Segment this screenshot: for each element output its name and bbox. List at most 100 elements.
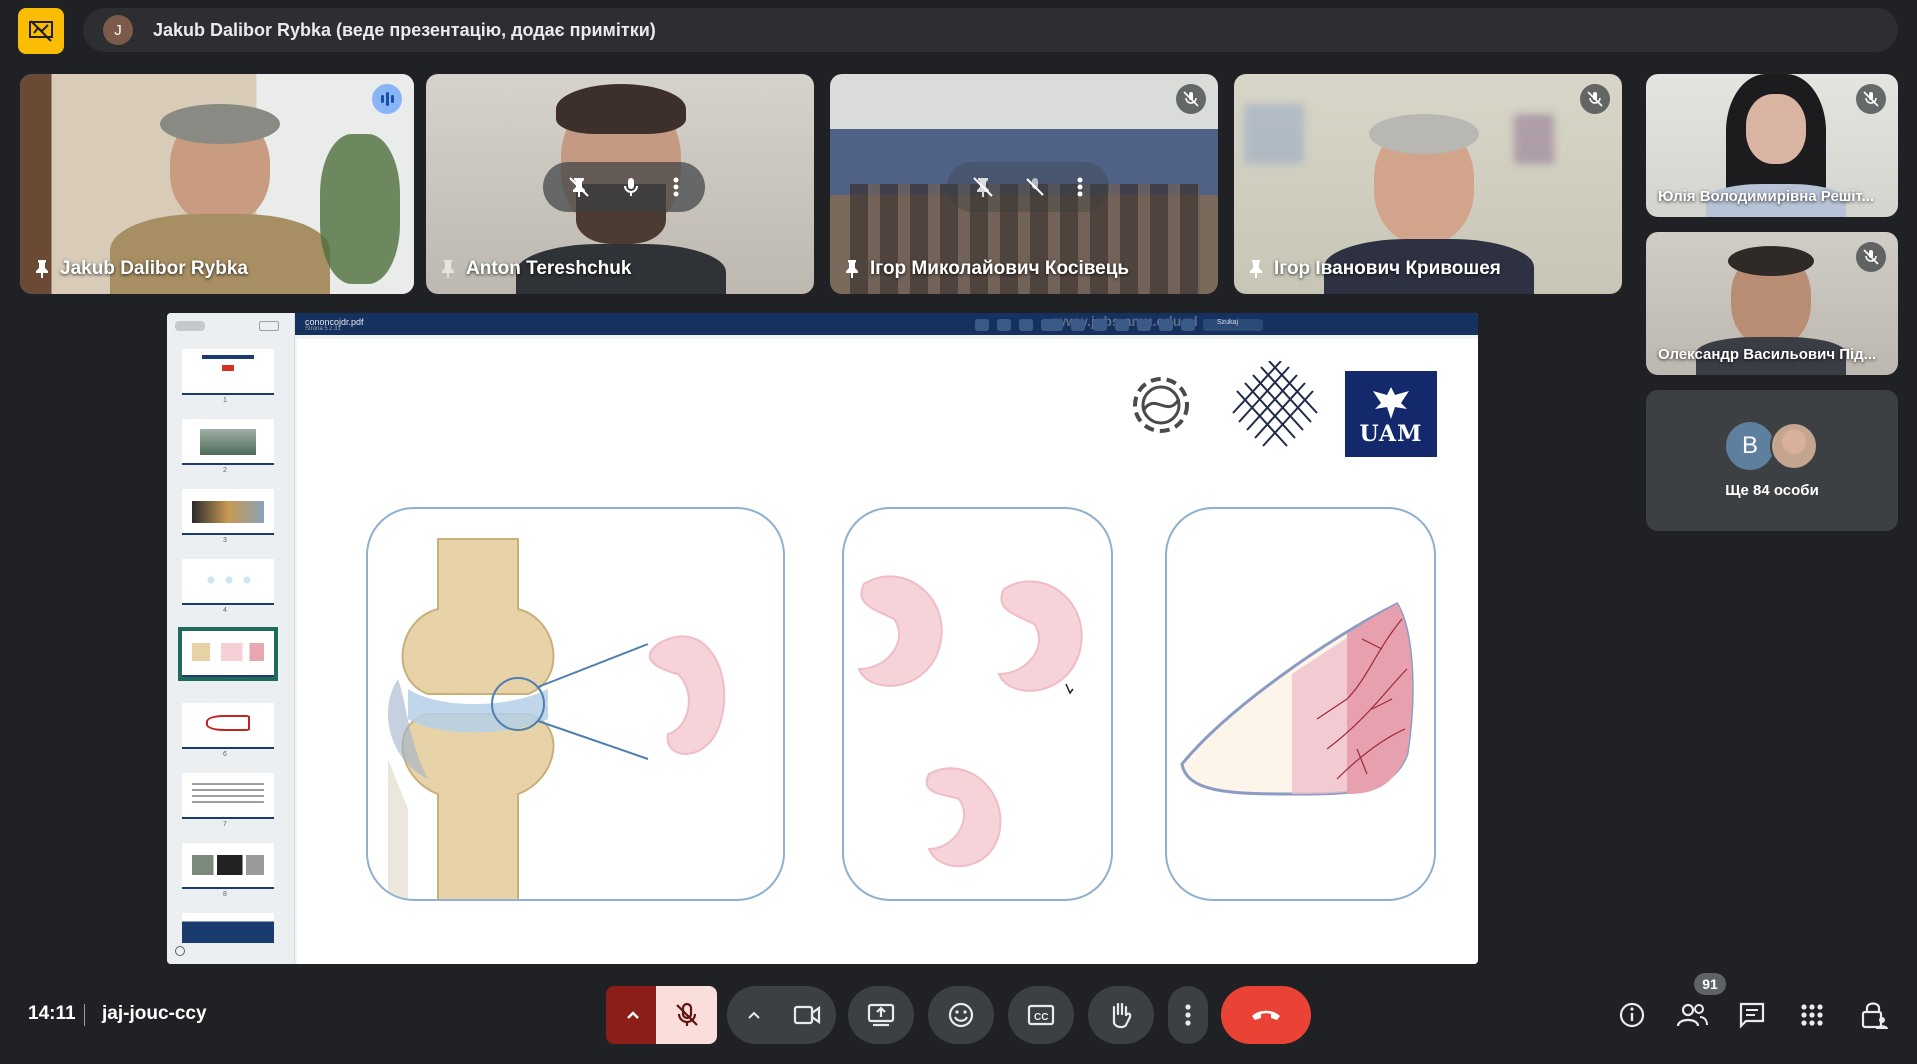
participant-tile-side-2[interactable]: Олександр Васильович Під...	[1646, 232, 1898, 375]
export-icon[interactable]	[1181, 319, 1195, 331]
muted-mic-icon	[1856, 242, 1886, 272]
chat-button[interactable]	[1734, 997, 1770, 1033]
muted-mic-icon	[1580, 84, 1610, 114]
svg-text:CC: CC	[1034, 1012, 1048, 1023]
zoom-out-icon[interactable]	[975, 319, 989, 331]
pdf-thumbnail-number: 3	[223, 537, 227, 544]
knee-joint-panel	[366, 507, 785, 901]
participant-count-badge: 91	[1694, 973, 1726, 995]
host-controls-button[interactable]	[1856, 997, 1892, 1033]
muted-mic-icon[interactable]	[1024, 176, 1046, 198]
pdf-thumbnail-2[interactable]	[182, 419, 274, 465]
presentation-slide: UAM	[297, 339, 1478, 964]
sidebar-toggle-icon[interactable]	[175, 321, 205, 331]
video-camera-icon	[793, 1005, 821, 1025]
presenter-banner[interactable]: J Jakub Dalibor Rybka (веде презентацію,…	[83, 8, 1898, 52]
microphone-toggle-button[interactable]	[656, 986, 717, 1044]
raise-hand-icon	[1112, 1002, 1132, 1029]
participant-tile-side-1[interactable]: Юлія Володимирівна Решіт...	[1646, 74, 1898, 217]
info-icon	[1619, 1002, 1645, 1028]
closed-captions-icon: CC	[1027, 1004, 1055, 1026]
more-options-icon[interactable]	[1076, 176, 1084, 198]
pdf-search-input[interactable]: Szukaj	[1203, 319, 1263, 331]
pin-icon[interactable]	[1250, 260, 1262, 278]
pdf-thumbnail-8[interactable]	[182, 843, 274, 889]
pdf-thumbnail-4[interactable]	[182, 559, 274, 605]
presenter-avatar: J	[103, 15, 133, 45]
chat-icon	[1739, 1002, 1765, 1029]
participant-tile-3[interactable]: Ігор Миколайович Косівець	[830, 74, 1218, 294]
pdf-thumbnail-1[interactable]	[182, 349, 274, 395]
clock: 14:11	[28, 1003, 76, 1024]
meniscus-panel	[842, 507, 1113, 901]
add-page-icon[interactable]	[175, 946, 185, 956]
leave-call-button[interactable]	[1221, 986, 1311, 1044]
info-icon[interactable]	[1159, 319, 1173, 331]
others-label: Ще 84 особи	[1725, 482, 1819, 499]
pdf-thumbnail-5[interactable]	[178, 627, 278, 681]
sidebar-options-icon[interactable]	[259, 321, 279, 331]
vascular-zones-panel	[1165, 507, 1436, 901]
pin-icon[interactable]	[442, 260, 454, 278]
participant-name: Олександр Васильович Під...	[1658, 346, 1877, 363]
presenter-banner-text: Jakub Dalibor Rybka (веде презентацію, д…	[153, 19, 656, 40]
shared-screen[interactable]: 1 2 3 4 5 6 7 8 cononcojdr.pdf Strona 5 …	[167, 313, 1478, 964]
meeting-code: jaj-jouc-ccy	[102, 1003, 207, 1024]
unpin-icon[interactable]	[568, 176, 590, 198]
chevron-up-icon	[627, 1011, 639, 1019]
pdf-thumbnail-number: 7	[223, 821, 227, 828]
pdf-thumbnail-number: 4	[223, 607, 227, 614]
pdf-thumbnail-6[interactable]	[182, 703, 274, 749]
participant-name: Anton Tereshchuk	[466, 258, 632, 279]
pdf-thumbnail-number: 8	[223, 891, 227, 898]
microphone-icon[interactable]	[620, 176, 642, 198]
meeting-details-button[interactable]	[1614, 997, 1650, 1033]
presentation-indicator-icon[interactable]	[18, 8, 64, 54]
pdf-toolbar: Szukaj	[975, 317, 1263, 333]
meniscus-tear-illustration	[857, 575, 1083, 868]
pdf-thumbnail-9[interactable]	[182, 913, 274, 943]
audio-options-button[interactable]	[606, 986, 660, 1044]
camera-toggle-button[interactable]	[778, 986, 836, 1044]
participant-tile-2[interactable]: Anton Tereshchuk	[426, 74, 814, 294]
pdf-thumbnail-number: 5	[223, 683, 227, 690]
muted-mic-icon	[1856, 84, 1886, 114]
eagle-icon	[1373, 387, 1409, 419]
captions-button[interactable]: CC	[1008, 986, 1074, 1044]
video-options-button[interactable]	[727, 986, 781, 1044]
participant-name: Юлія Володимирівна Решіт...	[1658, 188, 1874, 205]
zoom-fit-icon[interactable]	[1019, 319, 1033, 331]
rotate-icon[interactable]	[1093, 319, 1107, 331]
markup-icon[interactable]	[1115, 319, 1129, 331]
participant-tile-4[interactable]: Ігор Іванович Кривошея	[1234, 74, 1622, 294]
more-options-button[interactable]	[1168, 986, 1208, 1044]
more-options-icon[interactable]	[672, 176, 680, 198]
knee-joint-illustration	[388, 538, 726, 899]
pdf-thumbnail-7[interactable]	[182, 773, 274, 819]
people-icon	[1676, 1003, 1708, 1027]
zoom-in-icon[interactable]	[997, 319, 1011, 331]
present-screen-icon	[867, 1003, 895, 1027]
meniscus-vascular-illustration	[1180, 602, 1414, 796]
others-tile[interactable]: B Ще 84 особи	[1646, 390, 1898, 531]
activities-button[interactable]	[1794, 997, 1830, 1033]
participant-tile-1[interactable]: Jakub Dalibor Rybka	[20, 74, 414, 294]
more-vert-icon	[1185, 1004, 1191, 1026]
pin-icon[interactable]	[36, 260, 48, 278]
lock-person-icon	[1861, 1002, 1888, 1029]
apps-grid-icon	[1801, 1004, 1823, 1026]
people-button[interactable]	[1674, 997, 1710, 1033]
circle-tool-icon[interactable]	[1137, 319, 1151, 331]
others-avatar-photo	[1770, 422, 1818, 470]
pdf-thumbnail-number: 2	[223, 467, 227, 474]
share-icon[interactable]	[1071, 319, 1085, 331]
unpin-icon[interactable]	[972, 176, 994, 198]
reactions-button[interactable]	[928, 986, 994, 1044]
raise-hand-button[interactable]	[1088, 986, 1154, 1044]
present-screen-button[interactable]	[848, 986, 914, 1044]
pdf-thumbnail-sidebar: 1 2 3 4 5 6 7 8	[167, 313, 295, 964]
annotate-icon[interactable]	[1041, 319, 1063, 331]
pin-icon[interactable]	[846, 260, 858, 278]
pdf-thumbnail-3[interactable]	[182, 489, 274, 535]
clock-divider	[84, 1004, 85, 1026]
